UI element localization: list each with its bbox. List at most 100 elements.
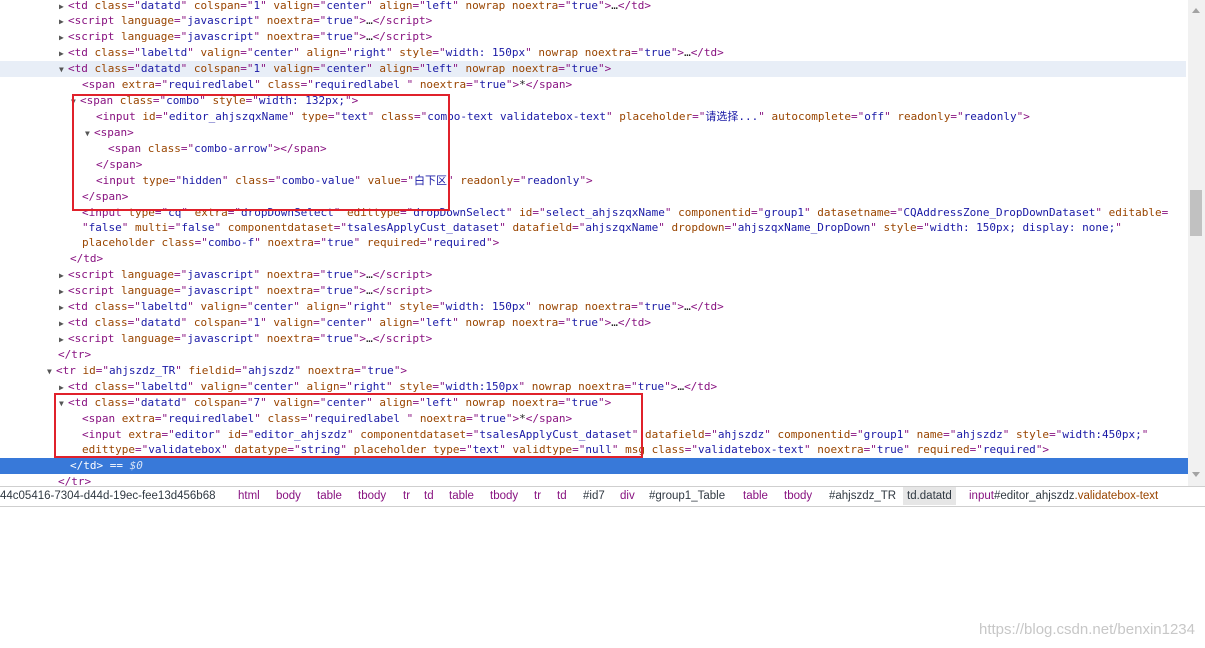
dom-node-line[interactable]: ▼ <span> (85, 125, 134, 141)
collapse-triangle-icon[interactable]: ▶ (59, 30, 68, 46)
breadcrumb-item[interactable]: td.datatd (903, 487, 956, 505)
scroll-up-arrow-icon[interactable] (1192, 8, 1200, 13)
vertical-scrollbar[interactable] (1188, 0, 1205, 486)
dom-node-markup: <input type="hidden" class="combo-value"… (96, 174, 593, 187)
dom-node-line[interactable]: <input id="editor_ahjszqxName" type="tex… (96, 109, 1030, 125)
dom-node-markup: placeholder class="combo-f" noextra="tru… (82, 236, 500, 249)
breadcrumb-item[interactable]: tr (534, 487, 541, 505)
dom-node-line[interactable]: ▶ <script language="javascript" noextra="… (59, 283, 432, 299)
dom-node-line[interactable]: <span extra="requiredlabel" class="requi… (82, 411, 572, 427)
breadcrumb-item[interactable]: input#editor_ahjszdz.validatebox-text (969, 487, 1158, 505)
collapse-triangle-icon[interactable]: ▶ (59, 316, 68, 332)
dom-node-markup: <td class="datatd" colspan="1" valign="c… (68, 316, 651, 329)
dom-node-line[interactable]: </tr> (58, 347, 91, 363)
breadcrumb-item[interactable]: body (276, 487, 301, 505)
scrollbar-thumb[interactable] (1190, 190, 1202, 236)
breadcrumb-item[interactable]: table (317, 487, 342, 505)
dom-node-markup: </span> (82, 190, 129, 203)
breadcrumb-item[interactable]: td (557, 487, 567, 505)
expand-triangle-icon[interactable]: ▼ (47, 364, 56, 380)
dom-node-line[interactable]: </span> (82, 189, 128, 205)
collapse-triangle-icon[interactable]: ▶ (59, 284, 68, 300)
dom-node-line[interactable]: edittype="validatebox" datatype="string"… (82, 442, 1049, 458)
dom-node-line[interactable]: ▶ <td class="labeltd" valign="center" ali… (59, 379, 717, 395)
dom-node-markup: <script language="javascript" noextra="t… (68, 30, 433, 43)
dom-node-line[interactable]: ▼ <td class="datatd" colspan="7" valign="… (59, 395, 611, 411)
selected-row (0, 458, 1188, 474)
dom-node-markup: <td class="labeltd" valign="center" alig… (68, 300, 724, 313)
dom-node-line[interactable]: "false" multi="false" componentdataset="… (82, 220, 1122, 236)
expand-triangle-icon[interactable]: ▼ (71, 94, 80, 110)
expand-triangle-icon[interactable]: ▼ (59, 396, 68, 412)
breadcrumb-item[interactable]: div (620, 487, 635, 505)
dom-node-line[interactable]: ▶ <td class="datatd" colspan="1" valign="… (59, 315, 651, 331)
dom-node-markup: <input id="editor_ahjszqxName" type="tex… (96, 110, 1030, 123)
dom-node-markup: <script language="javascript" noextra="t… (68, 284, 433, 297)
dom-node-markup: </td> == $0 (70, 459, 143, 472)
dom-node-line[interactable]: ▼ <td class="datatd" colspan="1" valign="… (59, 61, 611, 77)
dom-node-line[interactable]: ▶ <script language="javascript" noextra="… (59, 13, 432, 29)
dom-node-line[interactable]: </tr> (58, 474, 91, 486)
dom-node-line[interactable]: </td> (70, 251, 103, 267)
dom-node-line[interactable]: ▶ <td class="labeltd" valign="center" ali… (59, 299, 724, 315)
dom-node-markup: </td> (70, 252, 104, 265)
dom-node-markup: </tr> (58, 475, 92, 486)
dom-node-markup: <td class="labeltd" valign="center" alig… (68, 46, 724, 59)
collapse-triangle-icon[interactable]: ▶ (59, 46, 68, 62)
dom-node-markup: edittype="validatebox" datatype="string"… (82, 443, 1050, 456)
dom-node-markup: </tr> (58, 348, 92, 361)
expand-triangle-icon[interactable]: ▼ (85, 126, 94, 142)
dom-node-line[interactable]: placeholder class="combo-f" noextra="tru… (82, 235, 499, 251)
breadcrumb-item[interactable]: tbody (784, 487, 812, 505)
breadcrumb-item[interactable]: tr (403, 487, 410, 505)
dom-node-line[interactable]: ▶ <script language="javascript" noextra="… (59, 267, 432, 283)
expand-triangle-icon[interactable]: ▼ (59, 62, 68, 78)
dom-node-markup: <input type="cq" extra="dropDownSelect" … (82, 206, 1169, 219)
dom-node-markup: <td class="datatd" colspan="1" valign="c… (68, 0, 651, 12)
elements-panel[interactable]: ▶ <td class="datatd" colspan="1" valign="… (0, 0, 1188, 486)
dom-node-line[interactable]: </span> (96, 157, 142, 173)
dom-node-line[interactable]: ▶ <script language="javascript" noextra="… (59, 331, 432, 347)
dom-node-markup: "false" multi="false" componentdataset="… (82, 221, 1122, 234)
breadcrumb-item[interactable]: #group1_Table (649, 487, 725, 505)
dom-node-line[interactable]: <span class="combo-arrow"></span> (108, 141, 327, 157)
breadcrumb-item[interactable]: html (238, 487, 260, 505)
dom-node-line[interactable]: <span extra="requiredlabel" class="requi… (82, 77, 572, 93)
dom-node-markup: <span> (94, 126, 134, 139)
collapse-triangle-icon[interactable]: ▶ (59, 14, 68, 30)
dom-node-markup: <td class="datatd" colspan="7" valign="c… (68, 396, 612, 409)
collapse-triangle-icon[interactable]: ▶ (59, 332, 68, 348)
dom-node-line[interactable]: ▶ <script language="javascript" noextra="… (59, 29, 432, 45)
dom-node-markup: <span extra="requiredlabel" class="requi… (82, 412, 573, 425)
dom-node-markup: <script language="javascript" noextra="t… (68, 14, 433, 27)
dom-node-markup: <script language="javascript" noextra="t… (68, 332, 433, 345)
breadcrumb-item[interactable]: table (449, 487, 474, 505)
breadcrumb-item[interactable]: #ahjszdz_TR (829, 487, 896, 505)
dom-node-markup: <td class="labeltd" valign="center" alig… (68, 380, 718, 393)
watermark: https://blog.csdn.net/benxin1234 (979, 621, 1195, 638)
dom-node-line[interactable]: <input extra="editor" id="editor_ahjszdz… (82, 427, 1148, 443)
collapse-triangle-icon[interactable]: ▶ (59, 380, 68, 396)
collapse-triangle-icon[interactable]: ▶ (59, 300, 68, 316)
dom-node-markup: <tr id="ahjszdz_TR" fieldid="ahjszdz" no… (56, 364, 408, 377)
scroll-down-arrow-icon[interactable] (1192, 472, 1200, 477)
breadcrumb-item[interactable]: tbody (490, 487, 518, 505)
dom-node-markup: <td class="datatd" colspan="1" valign="c… (68, 62, 612, 75)
dom-node-markup: </span> (96, 158, 143, 171)
collapse-triangle-icon[interactable]: ▶ (59, 268, 68, 284)
dom-node-line[interactable]: ▼ <tr id="ahjszdz_TR" fieldid="ahjszdz" n… (47, 363, 407, 379)
breadcrumb-item[interactable]: table (743, 487, 768, 505)
dom-breadcrumb-bar: 44c05416-7304-d44d-19ec-fee13d456b68 html… (0, 486, 1205, 507)
dom-node-line[interactable]: </td> == $0 (70, 458, 143, 474)
dom-node-line[interactable]: <input type="cq" extra="dropDownSelect" … (82, 205, 1168, 221)
dom-node-line[interactable]: <input type="hidden" class="combo-value"… (96, 173, 593, 189)
breadcrumb-item[interactable]: tbody (358, 487, 386, 505)
dom-node-line[interactable]: ▼ <span class="combo" style="width: 132px… (71, 93, 358, 109)
dom-node-markup: <script language="javascript" noextra="t… (68, 268, 433, 281)
dom-node-line[interactable]: ▶ <td class="datatd" colspan="1" valign="… (59, 0, 651, 14)
breadcrumb-item[interactable]: 44c05416-7304-d44d-19ec-fee13d456b68 (0, 487, 216, 505)
breadcrumb-item[interactable]: td (424, 487, 434, 505)
dom-node-line[interactable]: ▶ <td class="labeltd" valign="center" ali… (59, 45, 724, 61)
breadcrumb-item[interactable]: #id7 (583, 487, 605, 505)
dom-node-markup: <span extra="requiredlabel" class="requi… (82, 78, 573, 91)
